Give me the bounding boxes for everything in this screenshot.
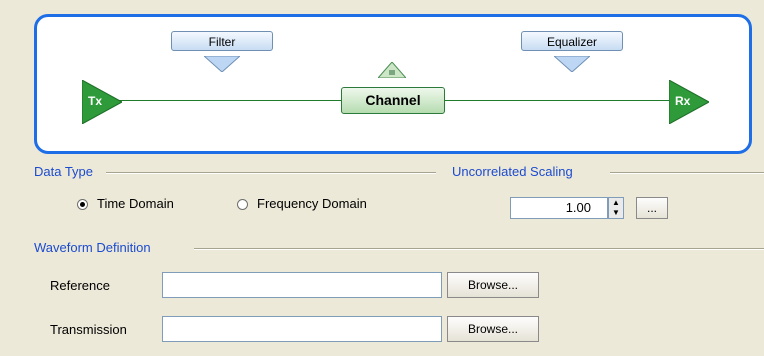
data-type-divider xyxy=(106,172,436,174)
equalizer-dropdown-icon[interactable] xyxy=(554,56,590,72)
rx-label: Rx xyxy=(675,94,691,108)
channel-block[interactable]: Channel xyxy=(341,87,445,114)
transmission-label: Transmission xyxy=(50,322,127,337)
scaling-options-button[interactable]: ... xyxy=(636,197,668,219)
reference-browse-button[interactable]: Browse... xyxy=(447,272,539,298)
equalizer-block[interactable]: Equalizer xyxy=(521,31,623,51)
scaling-divider xyxy=(610,172,764,174)
transmission-browse-button[interactable]: Browse... xyxy=(447,316,539,342)
channel-settings-icon[interactable] xyxy=(378,62,406,78)
frequency-domain-radio[interactable] xyxy=(237,199,248,210)
spinner-down-icon[interactable]: ▼ xyxy=(609,208,623,218)
scaling-spinner[interactable]: ▲ ▼ xyxy=(608,197,624,219)
transmission-input[interactable] xyxy=(162,316,442,342)
data-type-group-label: Data Type xyxy=(34,164,94,179)
tx-label: Tx xyxy=(88,94,103,108)
uncorrelated-scaling-group-label: Uncorrelated Scaling xyxy=(452,164,573,179)
reference-label: Reference xyxy=(50,278,110,293)
waveform-definition-group-label: Waveform Definition xyxy=(34,240,151,255)
time-domain-radio[interactable] xyxy=(77,199,88,210)
scaling-value-field[interactable]: 1.00 xyxy=(510,197,608,219)
scaling-value-text: 1.00 xyxy=(565,200,591,215)
frequency-domain-label[interactable]: Frequency Domain xyxy=(257,196,367,211)
time-domain-label[interactable]: Time Domain xyxy=(97,196,174,211)
reference-input[interactable] xyxy=(162,272,442,298)
filter-block[interactable]: Filter xyxy=(171,31,273,51)
waveform-divider xyxy=(194,248,764,250)
signal-chain-diagram: Tx Rx Filter Equalizer Channel xyxy=(34,14,752,154)
filter-dropdown-icon[interactable] xyxy=(204,56,240,72)
